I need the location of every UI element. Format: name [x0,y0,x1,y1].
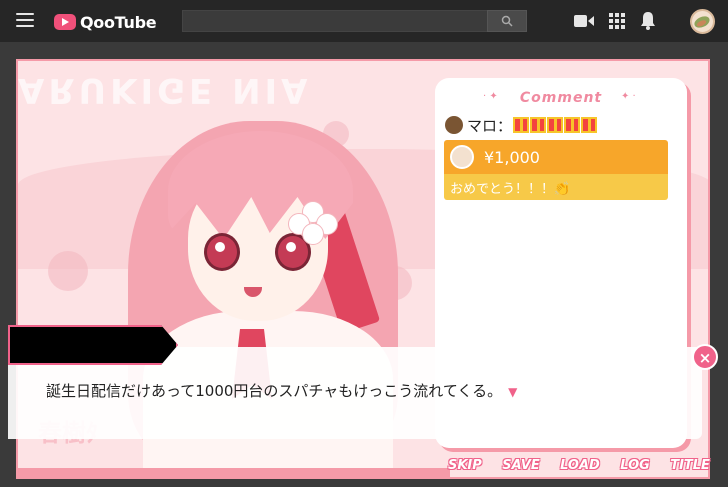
hamburger-menu-icon[interactable] [16,13,34,28]
dialogue-text-line: 誕生日配信だけあって1000円台のスパチャもけっこう流れてくる。 ▼ [46,380,517,401]
gift-icon [581,117,598,133]
bg-flower [48,251,88,291]
bell-icon [641,12,655,30]
dialogue-text: 誕生日配信だけあって1000円台のスパチャもけっこう流れてくる。 [46,382,503,400]
gift-icon [547,117,564,133]
hair-flower-accessory [288,201,338,247]
create-video-button[interactable] [574,11,594,31]
commenter-avatar [445,116,463,134]
superchat-header: ¥1,000 [444,140,668,174]
comment-row: マロ： [445,114,598,136]
search-input[interactable] [182,10,488,32]
logo-text: QooTube [80,12,157,32]
skip-button[interactable]: SKIP [448,458,482,480]
notifications-button[interactable] [638,11,658,31]
commenter-name: マロ： [467,116,513,135]
superchat-amount: ¥1,000 [484,147,540,167]
top-app-bar: QooTube [0,0,728,42]
user-avatar[interactable] [690,9,715,34]
apps-button[interactable] [607,11,627,31]
gift-icon [513,117,530,133]
log-button[interactable]: LOG [620,458,650,480]
bottom-decor-strip [16,468,450,479]
app-logo[interactable]: QooTube [54,12,157,32]
title-button[interactable]: TITLE [670,458,710,480]
search-icon [501,15,513,27]
sparkle-icon: ✦ · [621,91,636,102]
superchat-avatar [450,145,474,169]
background-title-text: ARUKIGE NIA [18,70,312,105]
character-left-eye [204,233,240,271]
game-controls: SKIP SAVE LOAD LOG TITLE [448,458,710,480]
search-button[interactable] [487,10,527,32]
apps-grid-icon [609,13,625,29]
play-logo-icon [54,14,76,30]
superchat-card: ¥1,000 おめでとう！！！👏 [444,140,668,200]
gift-icon [530,117,547,133]
avatar-image [694,16,710,28]
comment-panel-title: Comment [519,90,603,106]
advance-arrow-icon[interactable]: ▼ [508,385,517,399]
load-button[interactable]: LOAD [560,458,600,480]
superchat-message: おめでとう！！！👏 [444,174,668,200]
save-button[interactable]: SAVE [502,458,539,480]
video-camera-icon [574,15,594,27]
speaker-nameplate [8,325,178,365]
close-button[interactable]: × [692,344,718,370]
gift-icon [564,117,581,133]
